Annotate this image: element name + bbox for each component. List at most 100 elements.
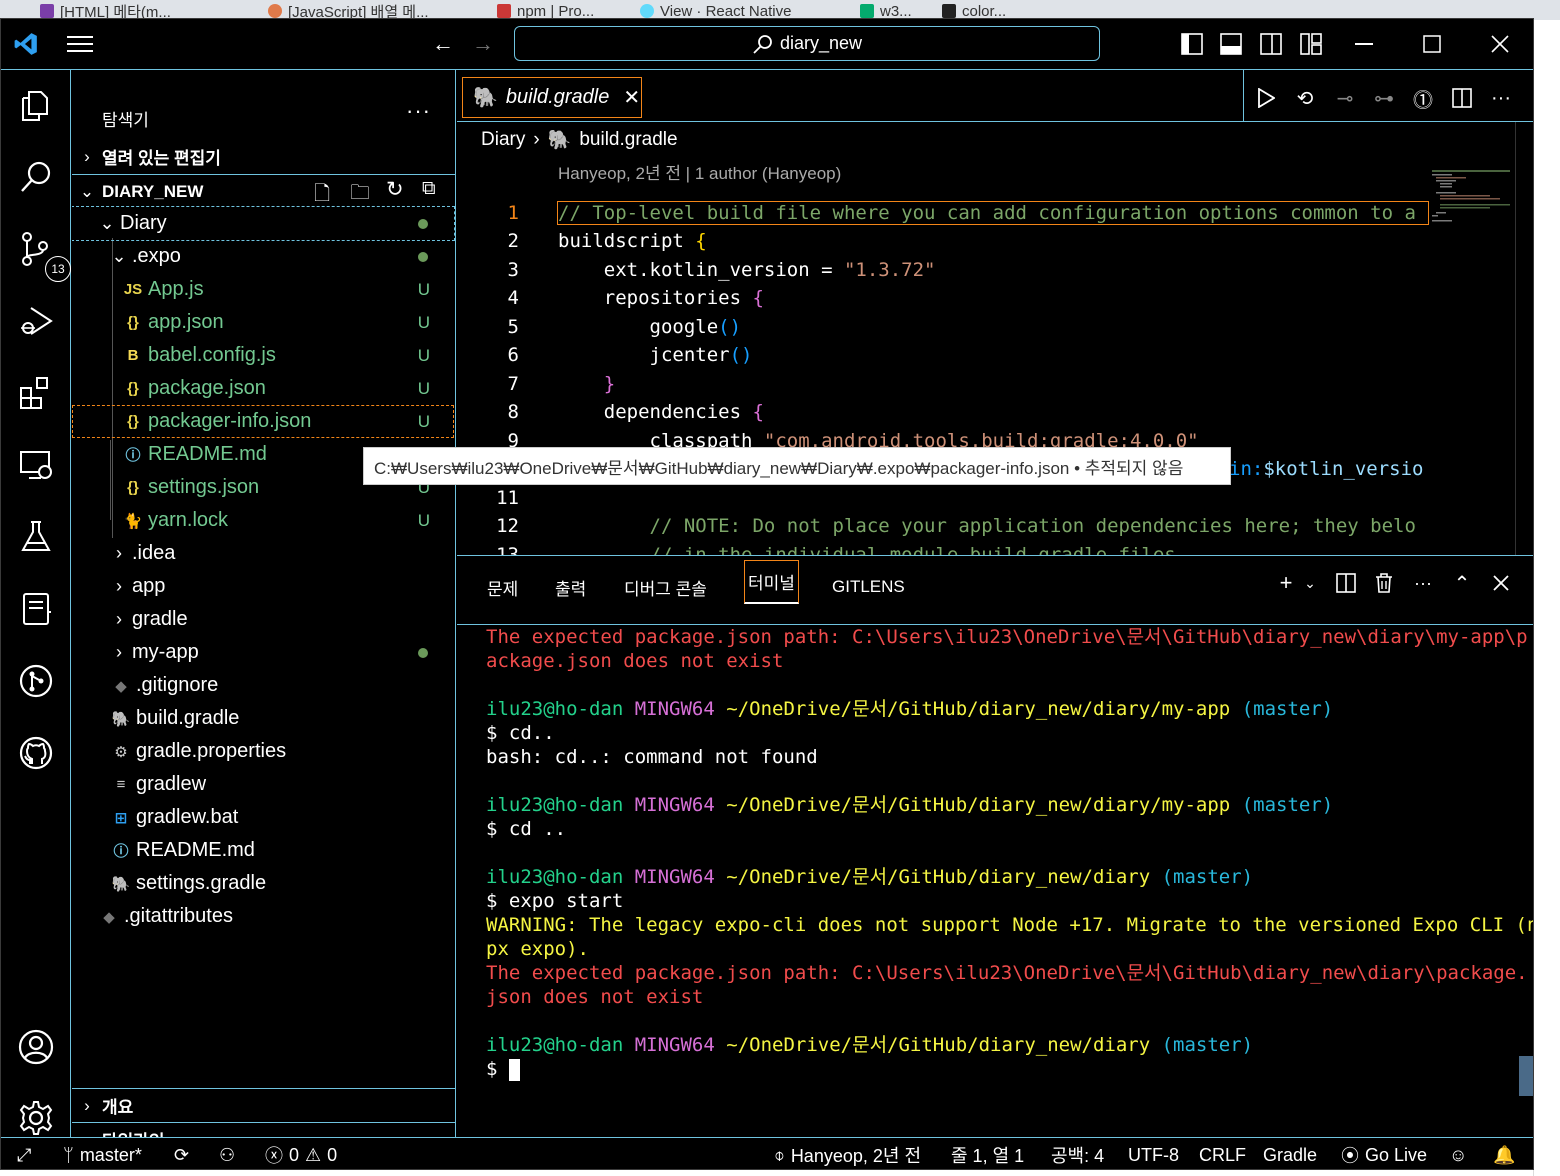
go-live[interactable]: ⦿ Go Live bbox=[1341, 1142, 1427, 1168]
branch-status[interactable]: ᛘ master* bbox=[63, 1142, 142, 1168]
toggle-sidebar-icon[interactable] bbox=[1179, 31, 1205, 57]
tree-file[interactable]: {} app.json U bbox=[72, 306, 454, 339]
tree-file[interactable]: 🐘 settings.gradle bbox=[72, 867, 454, 900]
indentation[interactable]: 공백: 4 bbox=[1051, 1142, 1104, 1168]
collapse-all-icon[interactable]: ⧉ bbox=[422, 178, 436, 200]
customize-layout-icon[interactable] bbox=[1298, 31, 1324, 57]
tree-folder[interactable]: › gradle bbox=[72, 603, 454, 636]
code-line[interactable]: 4 repositories { bbox=[457, 284, 1533, 313]
language-mode[interactable]: Gradle bbox=[1263, 1142, 1317, 1168]
breadcrumb-folder[interactable]: Diary bbox=[481, 129, 525, 151]
refresh-icon[interactable]: ↻ bbox=[386, 177, 404, 202]
command-center-search[interactable]: diary_new bbox=[514, 26, 1100, 61]
encoding[interactable]: UTF-8 bbox=[1128, 1142, 1179, 1168]
tree-file[interactable]: 🐈 yarn.lock U bbox=[72, 504, 454, 537]
more-actions-icon[interactable]: ··· bbox=[1410, 570, 1436, 596]
split-terminal-icon[interactable] bbox=[1333, 570, 1359, 596]
tab-terminal[interactable]: 터미널 bbox=[744, 560, 799, 604]
open-editors-section[interactable]: › 열려 있는 편집기 bbox=[72, 140, 455, 173]
more-actions-icon[interactable]: ··· bbox=[1489, 86, 1513, 110]
code-line[interactable]: 7 } bbox=[457, 369, 1533, 398]
github-icon[interactable] bbox=[15, 732, 57, 774]
blame-status[interactable]: ⌽ Hanyeop, 2년 전 bbox=[774, 1142, 921, 1168]
minimize-icon[interactable] bbox=[1351, 31, 1377, 57]
tree-folder[interactable]: › app bbox=[72, 570, 454, 603]
outline-section[interactable]: › 개요 bbox=[72, 1089, 455, 1122]
new-terminal-icon[interactable]: + bbox=[1273, 570, 1299, 596]
tree-folder[interactable]: › .idea bbox=[72, 537, 454, 570]
vertical-scrollbar[interactable] bbox=[1515, 122, 1516, 555]
cursor-position[interactable]: 줄 1, 열 1 bbox=[951, 1142, 1024, 1168]
back-icon[interactable]: ← bbox=[430, 31, 456, 57]
trash-icon[interactable] bbox=[1371, 570, 1397, 596]
tree-file[interactable]: ≡ gradlew bbox=[72, 768, 454, 801]
code-line[interactable]: 13 // in the individual module build.gra… bbox=[457, 540, 1533, 556]
minimap[interactable] bbox=[1432, 170, 1512, 230]
code-line[interactable]: 3 ext.kotlin_version = "1.3.72" bbox=[457, 255, 1533, 284]
breadcrumb-file[interactable]: build.gradle bbox=[579, 129, 677, 151]
end-of-line[interactable]: CRLF bbox=[1199, 1142, 1246, 1168]
next-revision-icon[interactable]: ⊶ bbox=[1372, 86, 1396, 110]
tree-folder[interactable]: ⌄ Diary bbox=[72, 206, 455, 241]
more-actions-icon[interactable]: ··· bbox=[406, 98, 431, 124]
tree-file[interactable]: ◆ .gitattributes bbox=[72, 900, 454, 933]
tree-file[interactable]: Bbabel.config.js U bbox=[72, 339, 454, 372]
gitlens-codelens[interactable]: Hanyeop, 2년 전 | 1 author (Hanyeop) bbox=[558, 159, 841, 184]
run-debug-icon[interactable] bbox=[15, 300, 57, 342]
close-panel-icon[interactable] bbox=[1488, 570, 1514, 596]
publish-icon[interactable]: ⚇ bbox=[219, 1142, 235, 1168]
previous-revision-icon[interactable]: ⊸ bbox=[1333, 86, 1357, 110]
open-changes-icon[interactable]: ⟲ bbox=[1293, 86, 1317, 110]
tab-output[interactable]: 출력 bbox=[555, 572, 586, 602]
tab-gitlens[interactable]: GITLENS bbox=[832, 572, 905, 602]
tree-file[interactable]: ⓘ README.md bbox=[72, 834, 454, 867]
maximize-icon[interactable] bbox=[1419, 31, 1445, 57]
tree-file[interactable]: 🐘 build.gradle bbox=[72, 702, 454, 735]
sync-icon[interactable]: ⟳ bbox=[174, 1142, 189, 1168]
accounts-icon[interactable] bbox=[15, 1026, 57, 1068]
workspace-root-section[interactable]: ⌄ DIARY_NEW 🗋 🗀 ↻ ⧉ bbox=[72, 175, 455, 208]
chevron-down-icon[interactable]: ⌄ bbox=[1297, 570, 1323, 596]
remote-explorer-icon[interactable] bbox=[15, 444, 57, 486]
tree-folder[interactable]: › my-app bbox=[72, 636, 454, 669]
tab-build-gradle[interactable]: 🐘 build.gradle ✕ bbox=[462, 77, 642, 118]
toggle-panel-icon[interactable] bbox=[1218, 31, 1244, 57]
tab-debug-console[interactable]: 디버그 콘솔 bbox=[624, 572, 707, 602]
code-line[interactable]: 5 google() bbox=[457, 312, 1533, 341]
run-icon[interactable] bbox=[1254, 86, 1278, 110]
code-line[interactable]: 11 bbox=[457, 483, 1533, 512]
maximize-panel-icon[interactable]: ⌃ bbox=[1449, 570, 1475, 596]
feedback-icon[interactable]: ☺ bbox=[1449, 1142, 1467, 1168]
code-line[interactable]: 2 buildscript { bbox=[457, 227, 1533, 256]
notifications-bell-icon[interactable]: 🔔 bbox=[1493, 1142, 1515, 1168]
extensions-icon[interactable] bbox=[15, 372, 57, 414]
testing-icon[interactable] bbox=[15, 516, 57, 558]
forward-icon[interactable]: → bbox=[470, 31, 496, 57]
remote-indicator-icon[interactable]: ⤢ bbox=[17, 1142, 31, 1168]
split-editor-icon[interactable] bbox=[1450, 86, 1474, 110]
search-icon[interactable] bbox=[15, 156, 57, 198]
code-line[interactable]: 8 dependencies { bbox=[457, 398, 1533, 427]
toggle-secondary-sidebar-icon[interactable] bbox=[1258, 31, 1284, 57]
code-line[interactable]: 6 jcenter() bbox=[457, 341, 1533, 370]
tree-file[interactable]: {} packager-info.json U bbox=[72, 405, 454, 438]
close-icon[interactable] bbox=[1487, 31, 1513, 57]
source-control-icon[interactable]: 13 bbox=[15, 228, 71, 282]
tree-file[interactable]: ⚙ gradle.properties bbox=[72, 735, 454, 768]
tree-folder[interactable]: ⌄ .expo bbox=[72, 240, 454, 273]
tab-problems[interactable]: 문제 bbox=[487, 572, 518, 602]
settings-gear-icon[interactable] bbox=[15, 1097, 57, 1139]
close-tab-icon[interactable]: ✕ bbox=[623, 85, 640, 110]
problems-status[interactable]: ⓧ 0 ⚠ 0 bbox=[265, 1142, 337, 1168]
timeline-section[interactable]: › 타임라인 bbox=[72, 1123, 455, 1138]
tree-file[interactable]: ⊞ gradlew.bat bbox=[72, 801, 454, 834]
explorer-icon[interactable] bbox=[15, 84, 57, 126]
tree-file[interactable]: ◆ .gitignore bbox=[72, 669, 454, 702]
gitlens-icon[interactable] bbox=[15, 660, 57, 702]
menu-icon[interactable] bbox=[67, 31, 93, 57]
code-line[interactable]: 1 // Top-level build file where you can a… bbox=[457, 198, 1533, 227]
toggle-blame-icon[interactable]: ⓵ bbox=[1411, 86, 1435, 112]
tree-file[interactable]: JS App.js U bbox=[72, 273, 454, 306]
tree-file[interactable]: {} package.json U bbox=[72, 372, 454, 405]
code-line[interactable]: 12 // NOTE: Do not place your applicatio… bbox=[457, 512, 1533, 541]
